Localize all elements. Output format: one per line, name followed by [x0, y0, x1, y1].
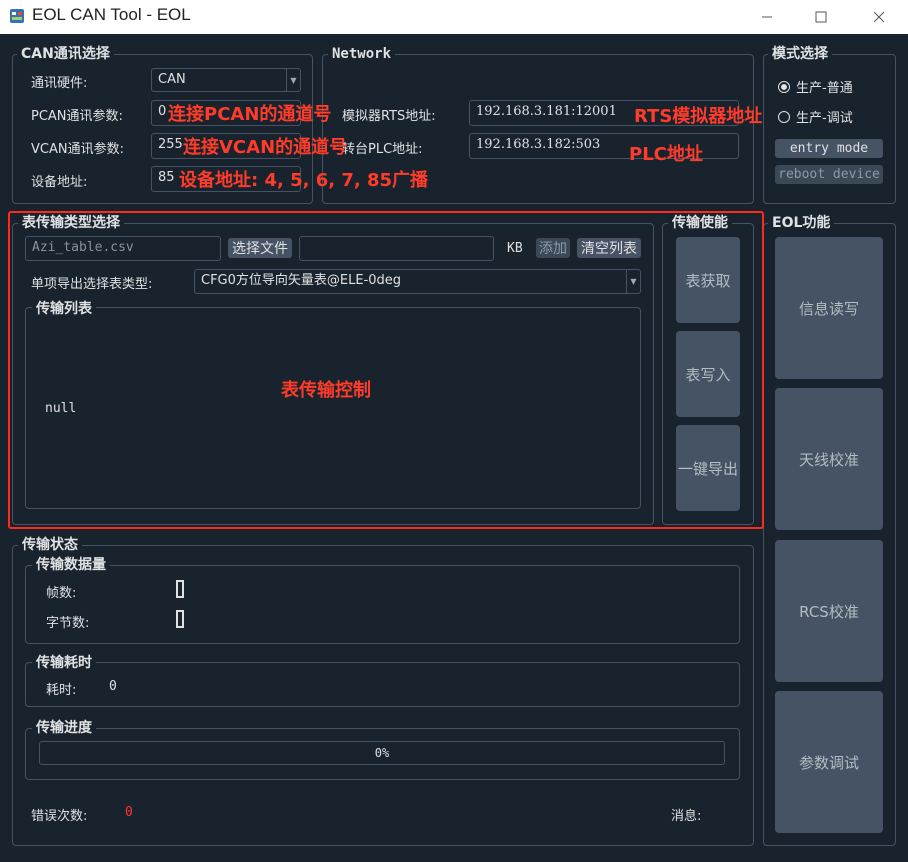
- addr-label: 设备地址:: [31, 175, 88, 190]
- antenna-calibration-button[interactable]: 天线校准: [775, 388, 883, 530]
- reboot-device-button[interactable]: reboot device: [775, 165, 883, 184]
- mode-option-debug-label: 生产-调试: [796, 111, 853, 126]
- close-button[interactable]: [856, 0, 902, 34]
- param-debug-button[interactable]: 参数调试: [775, 691, 883, 833]
- error-count-value: 0: [125, 805, 133, 820]
- close-icon: [873, 11, 885, 23]
- rts-label: 模拟器RTS地址:: [342, 109, 436, 124]
- vcan-value: 255: [158, 137, 183, 152]
- rts-value: 192.168.3.181:12001: [476, 104, 617, 119]
- rcs-calibration-button[interactable]: RCS校准: [775, 540, 883, 682]
- hardware-value: CAN: [158, 72, 186, 87]
- frames-label: 帧数:: [46, 586, 77, 601]
- message-label: 消息:: [671, 809, 702, 824]
- annotation-pcan: 连接PCAN的通道号: [168, 104, 332, 125]
- mode-option-normal-label: 生产-普通: [796, 81, 853, 96]
- annotation-vcan: 连接VCAN的通道号: [183, 137, 348, 158]
- annotation-addr: 设备地址: 4, 5, 6, 7, 85广播: [179, 170, 429, 191]
- info-rw-button[interactable]: 信息读写: [775, 237, 883, 379]
- addr-value: 85: [158, 170, 175, 185]
- plc-label: 转台PLC地址:: [342, 142, 423, 157]
- title-bar: EOL CAN Tool - EOL: [0, 0, 908, 34]
- radio-unchecked-icon[interactable]: [778, 110, 790, 123]
- status-group-title: 传输状态: [18, 536, 82, 554]
- plc-value: 192.168.3.182:503: [476, 137, 601, 152]
- progress-bar: 0%: [39, 741, 725, 765]
- vcan-label: VCAN通讯参数:: [31, 142, 124, 157]
- can-group-title: CAN通讯选择: [17, 45, 114, 63]
- minimize-icon: [762, 16, 772, 18]
- entry-mode-button[interactable]: entry mode: [775, 139, 883, 158]
- bytes-value-box: [176, 610, 184, 628]
- progress-title: 传输进度: [32, 719, 96, 737]
- annotation-rts: RTS模拟器地址: [634, 106, 763, 127]
- time-value: 0: [109, 679, 117, 694]
- window-title: EOL CAN Tool - EOL: [32, 5, 191, 24]
- time-title: 传输耗时: [32, 654, 96, 672]
- hardware-label: 通讯硬件:: [31, 76, 88, 91]
- chevron-down-icon[interactable]: ▼: [286, 69, 300, 91]
- bytes-label: 字节数:: [46, 616, 90, 631]
- progress-text: 0%: [374, 746, 390, 760]
- data-amount-group: [25, 565, 740, 644]
- error-count-label: 错误次数:: [31, 809, 88, 824]
- mode-option-debug[interactable]: 生产-调试: [778, 107, 853, 126]
- hardware-combo[interactable]: CAN: [151, 68, 301, 92]
- annotation-highlight-box: [8, 211, 764, 529]
- pcan-label: PCAN通讯参数:: [31, 109, 123, 124]
- data-amount-title: 传输数据量: [32, 556, 110, 574]
- mode-group-title: 模式选择: [768, 45, 832, 63]
- annotation-table-control: 表传输控制: [281, 380, 371, 401]
- mode-option-normal[interactable]: 生产-普通: [778, 77, 853, 96]
- eol-group-title: EOL功能: [768, 214, 835, 232]
- maximize-icon: [815, 11, 827, 23]
- time-label: 耗时:: [46, 683, 77, 698]
- pcan-value: 0: [158, 104, 167, 119]
- app-icon: [10, 9, 24, 23]
- frames-value-box: [176, 580, 184, 598]
- minimize-button[interactable]: [744, 0, 790, 34]
- annotation-plc: PLC地址: [629, 144, 703, 165]
- maximize-button[interactable]: [798, 0, 844, 34]
- time-group: [25, 662, 740, 707]
- radio-checked-icon[interactable]: [778, 80, 790, 93]
- network-group-title: Network: [328, 45, 396, 63]
